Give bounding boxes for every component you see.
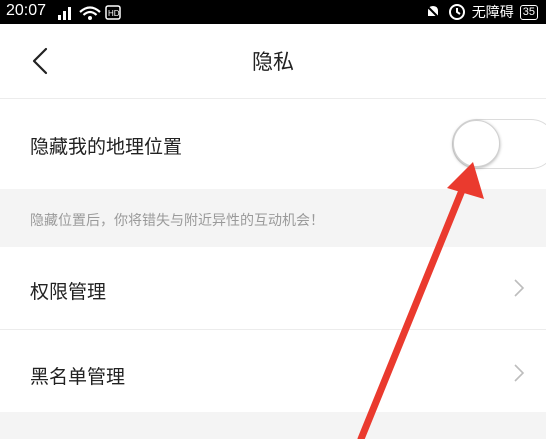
nav-header: 隐私 <box>0 24 546 99</box>
blacklist-row[interactable]: 黑名单管理 <box>0 330 546 412</box>
hide-location-toggle[interactable] <box>452 119 546 169</box>
chevron-right-icon <box>514 364 525 382</box>
status-bar: 20:07 HD 无障碍 35 <box>0 0 546 24</box>
svg-text:HD: HD <box>108 9 120 18</box>
battery-indicator: 35 <box>519 4 538 20</box>
toggle-knob <box>453 120 500 167</box>
location-hint-text: 隐藏位置后，你将错失与附近异性的互动机会！ <box>30 213 324 229</box>
alarm-icon <box>448 4 465 20</box>
accessibility-text: 无障碍 <box>471 5 514 21</box>
chevron-right-icon <box>514 279 525 297</box>
permissions-row[interactable]: 权限管理 <box>0 247 546 330</box>
permissions-label: 权限管理 <box>30 281 107 303</box>
blacklist-label: 黑名单管理 <box>30 366 126 388</box>
status-time: 20:07 <box>6 2 47 19</box>
mute-bell-icon <box>425 4 441 20</box>
page-title: 隐私 <box>252 50 294 74</box>
hide-location-label: 隐藏我的地理位置 <box>30 136 183 158</box>
signal-wifi-icons: HD <box>58 5 121 20</box>
